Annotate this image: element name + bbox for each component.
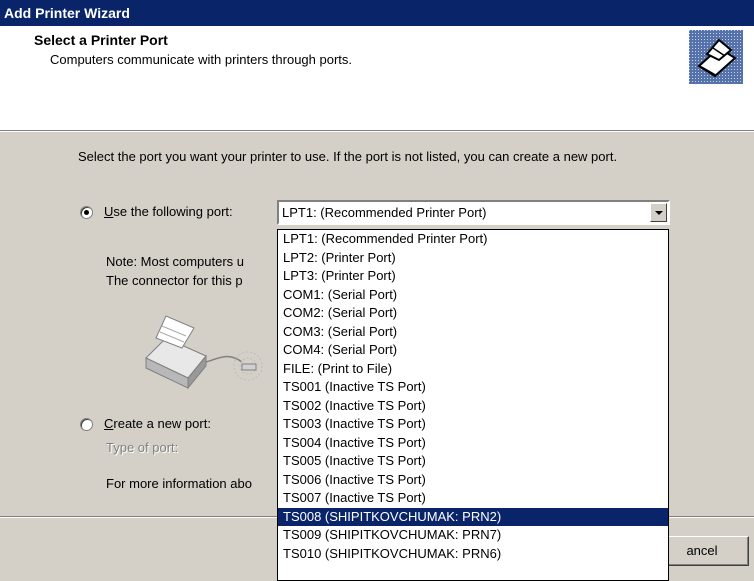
create-port-radio[interactable]: [80, 418, 93, 431]
port-list-item[interactable]: TS003 (Inactive TS Port): [278, 415, 668, 434]
use-port-radio[interactable]: [80, 206, 93, 219]
create-port-accel: C: [104, 416, 114, 431]
type-of-port-label: Type of port:: [106, 440, 179, 455]
port-note: Note: Most computers u The connector for…: [106, 252, 244, 290]
header-separator-highlight: [0, 131, 754, 132]
port-combobox-value: LPT1: (Recommended Printer Port): [282, 205, 487, 220]
port-list-item[interactable]: TS006 (Inactive TS Port): [278, 471, 668, 490]
cancel-button[interactable]: ancel: [655, 536, 749, 566]
chevron-down-icon: [655, 211, 663, 215]
port-list-item[interactable]: FILE: (Print to File): [278, 360, 668, 379]
window-title: Add Printer Wizard: [4, 5, 130, 21]
printer-port-illustration: [145, 315, 263, 390]
port-list-item[interactable]: TS009 (SHIPITKOVCHUMAK: PRN7): [278, 526, 668, 545]
port-list-item[interactable]: TS010 (SHIPITKOVCHUMAK: PRN6): [278, 545, 668, 564]
port-list-item[interactable]: LPT3: (Printer Port): [278, 267, 668, 286]
port-dropdown-list[interactable]: LPT1: (Recommended Printer Port) LPT2: (P…: [277, 229, 669, 581]
port-list-item[interactable]: COM3: (Serial Port): [278, 323, 668, 342]
create-port-label[interactable]: Create a new port:: [104, 416, 211, 431]
create-port-label-text: reate a new port:: [113, 416, 211, 431]
port-list-item[interactable]: TS004 (Inactive TS Port): [278, 434, 668, 453]
port-combobox[interactable]: LPT1: (Recommended Printer Port): [277, 200, 670, 225]
port-list-item[interactable]: COM4: (Serial Port): [278, 341, 668, 360]
use-port-accel: U: [104, 204, 114, 219]
port-list-item[interactable]: LPT1: (Recommended Printer Port): [278, 230, 668, 249]
port-list-item[interactable]: COM2: (Serial Port): [278, 304, 668, 323]
note-line-2: The connector for this p: [106, 273, 243, 288]
port-list-item[interactable]: TS002 (Inactive TS Port): [278, 397, 668, 416]
port-list-item[interactable]: TS001 (Inactive TS Port): [278, 378, 668, 397]
port-list-item[interactable]: TS008 (SHIPITKOVCHUMAK: PRN2): [278, 507, 668, 526]
use-port-label[interactable]: Use the following port:: [104, 204, 233, 219]
radio-dot: [84, 210, 89, 215]
port-list-item[interactable]: TS005 (Inactive TS Port): [278, 452, 668, 471]
printer-wizard-icon: [689, 30, 743, 84]
combobox-dropdown-button[interactable]: [650, 203, 667, 222]
note-line-1: Note: Most computers u: [106, 254, 244, 269]
port-list-item[interactable]: TS007 (Inactive TS Port): [278, 489, 668, 508]
instructions-text: Select the port you want your printer to…: [78, 149, 618, 164]
port-list-item[interactable]: COM1: (Serial Port): [278, 286, 668, 305]
window-title-bar: Add Printer Wizard: [0, 0, 754, 26]
use-port-label-text: se the following port:: [113, 204, 233, 219]
page-subtitle: Computers communicate with printers thro…: [50, 52, 353, 67]
more-info-text: For more information abo: [106, 476, 252, 491]
page-title: Select a Printer Port: [34, 32, 168, 48]
port-list-item[interactable]: LPT2: (Printer Port): [278, 249, 668, 268]
cancel-button-label: ancel: [686, 543, 718, 558]
